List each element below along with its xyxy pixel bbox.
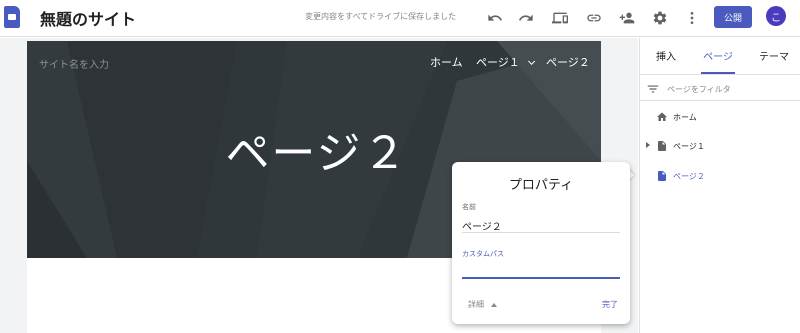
custom-path-underline xyxy=(462,277,620,279)
page-item-label: ホーム xyxy=(673,113,697,122)
expand-arrow-icon[interactable] xyxy=(646,142,650,148)
tab-insert[interactable]: 挿入 xyxy=(640,48,692,63)
arrow-up-icon xyxy=(490,302,497,307)
avatar[interactable]: こ xyxy=(766,6,786,26)
nav-item-home[interactable]: ホーム xyxy=(430,54,463,70)
details-label: 詳細 xyxy=(468,300,484,309)
divider xyxy=(640,74,800,75)
properties-dialog: プロパティ 名前 ページ２ カスタムパス 詳細 完了 xyxy=(452,162,630,324)
name-field-underline xyxy=(462,232,620,233)
page-item-label: ページ１ xyxy=(673,142,705,151)
nav-item-page1[interactable]: ページ１ xyxy=(476,54,536,70)
redo-icon[interactable] xyxy=(515,7,537,29)
sites-logo-icon[interactable] xyxy=(4,6,20,28)
save-status: 変更内容をすべてドライブに保存しました xyxy=(305,12,457,21)
dialog-title: プロパティ xyxy=(508,178,574,193)
settings-icon[interactable] xyxy=(649,7,671,29)
page-item-label: ページ２ xyxy=(673,172,705,181)
site-title[interactable]: 無題のサイト xyxy=(40,6,136,30)
side-panel: 挿入 ページ テーマ ページをフィルタ ホーム ページ１ ページ２ xyxy=(639,38,800,333)
nav-item-page2[interactable]: ページ２ xyxy=(546,54,590,70)
name-label: 名前 xyxy=(462,203,476,211)
preview-icon[interactable] xyxy=(549,7,571,29)
page-icon xyxy=(658,141,666,151)
link-icon[interactable] xyxy=(583,7,605,29)
publish-button[interactable]: 公開 xyxy=(714,6,752,28)
name-field[interactable]: ページ２ xyxy=(462,218,502,233)
page-filter-input[interactable]: ページをフィルタ xyxy=(667,84,731,95)
divider xyxy=(640,100,800,101)
filter-icon[interactable] xyxy=(646,82,660,96)
more-icon[interactable] xyxy=(681,7,703,29)
done-button[interactable]: 完了 xyxy=(602,299,618,310)
page-item-home[interactable]: ホーム xyxy=(640,108,800,128)
tab-pages[interactable]: ページ xyxy=(692,48,744,63)
home-icon xyxy=(657,112,667,121)
page-item-page1[interactable]: ページ１ xyxy=(640,137,800,157)
site-name-input[interactable]: サイト名を入力 xyxy=(39,56,109,71)
nav-item-label: ページ１ xyxy=(476,56,520,69)
custom-path-label: カスタムパス xyxy=(462,250,504,258)
page-icon xyxy=(658,171,666,181)
share-icon[interactable] xyxy=(616,7,638,29)
details-toggle[interactable]: 詳細 xyxy=(468,299,497,310)
undo-icon[interactable] xyxy=(484,7,506,29)
tab-themes[interactable]: テーマ xyxy=(748,48,800,63)
page-item-page2[interactable]: ページ２ xyxy=(640,167,800,187)
top-bar: 無題のサイト 変更内容をすべてドライブに保存しました 公開 こ xyxy=(0,0,800,37)
